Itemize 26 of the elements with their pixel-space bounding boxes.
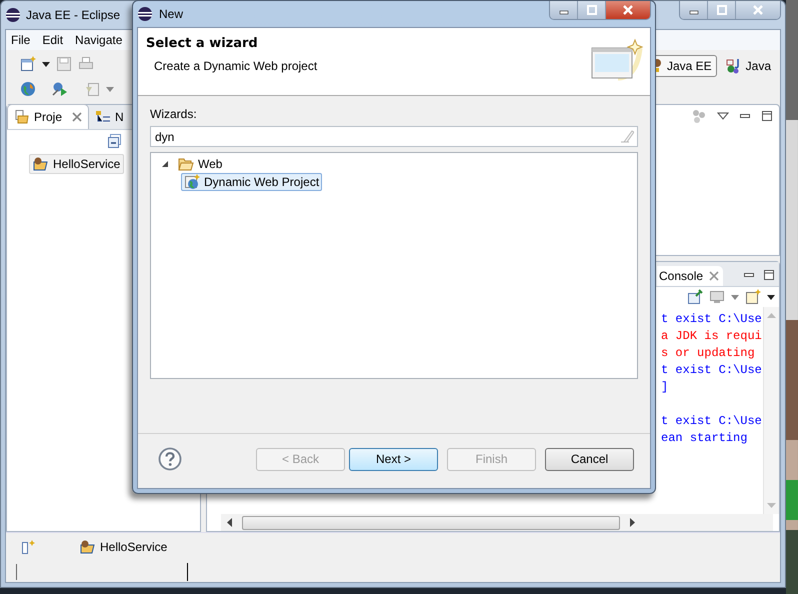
wizard-heading: Select a wizard xyxy=(146,36,259,51)
console-line: s or updating xyxy=(661,345,756,362)
menu-item[interactable]: Navigate xyxy=(75,33,122,47)
wizard-description: Create a Dynamic Web project xyxy=(154,59,318,73)
perspective-tab[interactable]: Java xyxy=(720,55,776,77)
console-line: a JDK is requi xyxy=(661,328,763,345)
tree-item[interactable]: Dynamic Web Project xyxy=(181,173,322,191)
console-line: t exist C:\Use xyxy=(661,413,763,430)
console-line: ] xyxy=(661,379,670,396)
console-line: ean starting xyxy=(661,430,748,447)
view-tab[interactable]: Console xyxy=(657,266,724,286)
view-tab[interactable]: N xyxy=(89,105,130,129)
dialog-button[interactable]: Next > xyxy=(349,448,438,470)
project-item[interactable]: HelloService xyxy=(29,154,124,174)
view-tab[interactable]: Proje xyxy=(7,104,90,129)
selection-label: HelloService xyxy=(100,540,168,554)
tree-item[interactable]: Web xyxy=(175,155,226,173)
menu-item[interactable]: Edit xyxy=(42,33,64,47)
console-line: t exist C:\Use xyxy=(661,362,763,379)
filter-field[interactable]: dyn xyxy=(150,126,638,147)
console-line: t exist C:\Use xyxy=(661,311,763,328)
filter-label: Wizards: xyxy=(150,107,198,123)
window-title: Java EE - Eclipse xyxy=(26,8,120,22)
menu-item[interactable]: File xyxy=(11,33,30,47)
dialog-button[interactable]: Cancel xyxy=(545,448,634,470)
dialog-title: New xyxy=(159,7,184,21)
